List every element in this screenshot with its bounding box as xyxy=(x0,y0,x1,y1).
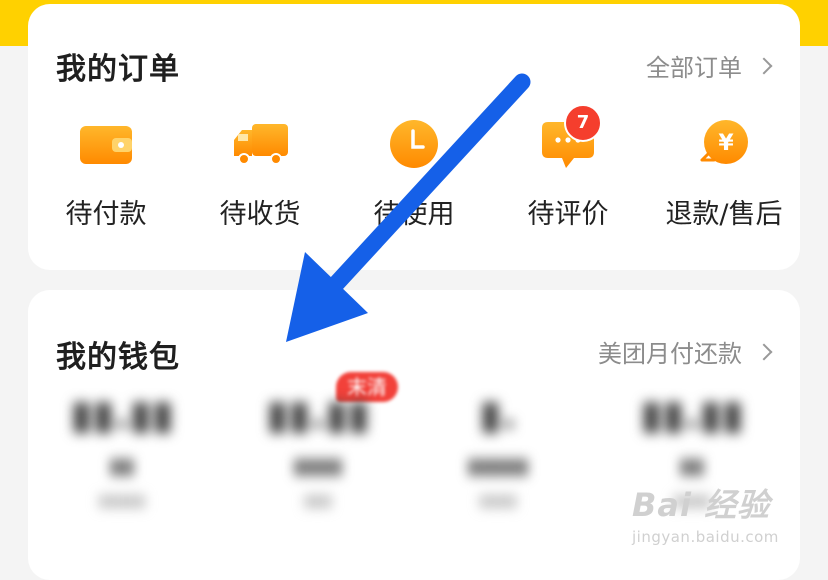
blue-arrow-annotation xyxy=(286,73,531,342)
